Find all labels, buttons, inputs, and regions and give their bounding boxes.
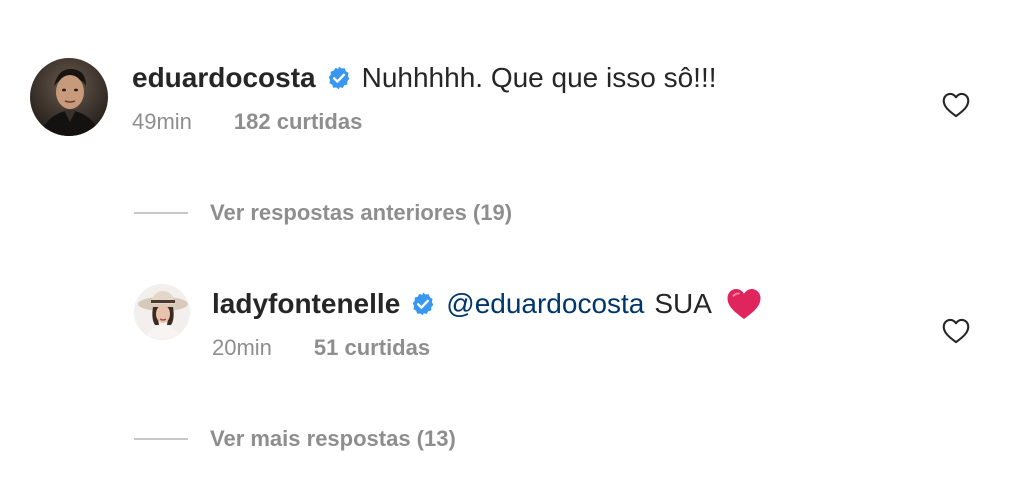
reply-meta: 20min 51 curtidas — [212, 332, 762, 364]
reply-body: ladyfontenelle @eduardocosta SUA 20min 5… — [212, 284, 762, 364]
reply-time: 20min — [212, 335, 272, 360]
like-heart-icon[interactable] — [942, 92, 970, 118]
verified-badge-icon — [410, 291, 436, 317]
reply-header: ladyfontenelle @eduardocosta SUA — [212, 284, 762, 324]
comment-header: eduardocosta Nuhhhhh. Que que isso sô!!! — [132, 58, 717, 98]
reply-likes-count[interactable]: 51 curtidas — [314, 335, 430, 361]
view-more-replies-label: Ver mais respostas (13) — [210, 426, 456, 451]
comment-username[interactable]: eduardocosta — [132, 62, 316, 94]
comments-thread: eduardocosta Nuhhhhh. Que que isso sô!!!… — [0, 0, 1024, 478]
view-more-replies-button[interactable]: Ver mais respostas (13) — [134, 426, 456, 452]
reply-comment: ladyfontenelle @eduardocosta SUA 20min 5… — [134, 284, 994, 374]
comment-body: eduardocosta Nuhhhhh. Que que isso sô!!!… — [132, 58, 717, 138]
red-heart-emoji-icon — [726, 287, 762, 321]
divider-dash — [134, 438, 188, 440]
comment-time: 49min — [132, 109, 192, 134]
comment-text: Nuhhhhh. Que que isso sô!!! — [361, 62, 717, 93]
divider-dash — [134, 212, 188, 214]
reply-username[interactable]: ladyfontenelle — [212, 288, 400, 320]
comment-likes-count[interactable]: 182 curtidas — [234, 109, 362, 135]
comment: eduardocosta Nuhhhhh. Que que isso sô!!!… — [30, 58, 990, 148]
reply-mention-link[interactable]: @eduardocosta — [446, 288, 644, 320]
avatar[interactable] — [30, 58, 108, 136]
avatar[interactable] — [134, 284, 190, 340]
view-previous-replies-button[interactable]: Ver respostas anteriores (19) — [134, 200, 512, 226]
verified-badge-icon — [326, 65, 352, 91]
comment-meta: 49min 182 curtidas — [132, 106, 717, 138]
like-heart-icon[interactable] — [942, 318, 970, 344]
reply-text: SUA — [654, 288, 712, 319]
view-previous-replies-label: Ver respostas anteriores (19) — [210, 200, 513, 225]
